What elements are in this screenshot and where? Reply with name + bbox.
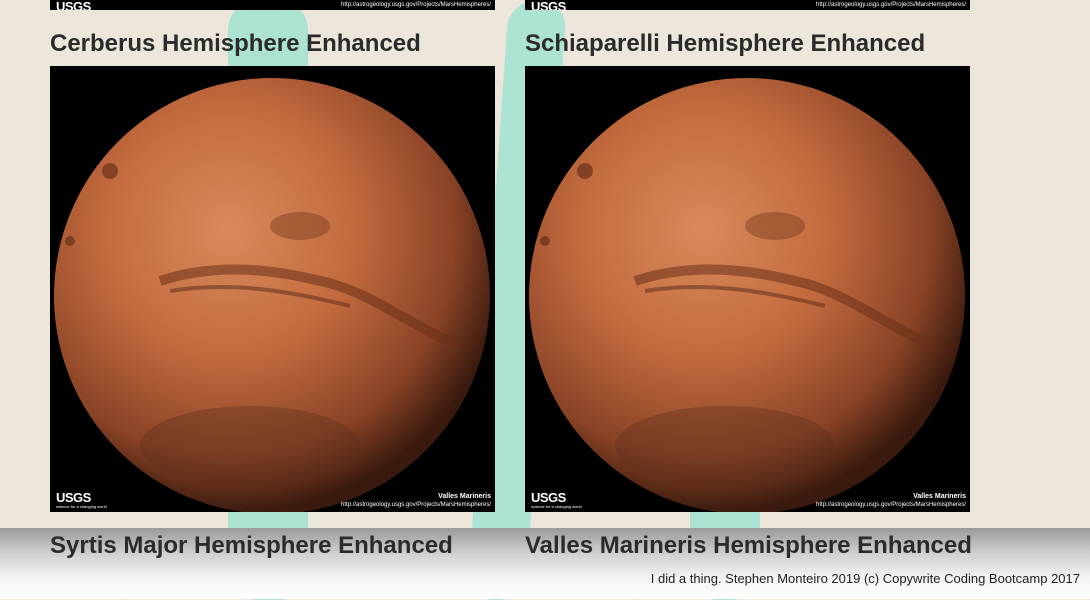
mars-hemisphere-image[interactable]: USGS science for a changing world Valles … xyxy=(50,66,495,512)
image-caption: Valles Marineris http://astrogeology.usg… xyxy=(341,493,491,508)
mars-planet xyxy=(50,66,495,512)
mars-image-partial: USGS http://astrogeology.usgs.gov/Projec… xyxy=(525,0,970,10)
hemisphere-title: Cerberus Hemisphere Enhanced xyxy=(50,30,421,57)
mars-hemisphere-image[interactable]: USGS science for a changing world Valles … xyxy=(525,66,970,512)
usgs-logo: USGS xyxy=(531,0,566,10)
hemisphere-title: Syrtis Major Hemisphere Enhanced xyxy=(50,532,453,559)
usgs-logo: USGS science for a changing world xyxy=(531,490,582,509)
mars-planet xyxy=(525,66,970,512)
mars-image-partial: USGS http://astrogeology.usgs.gov/Projec… xyxy=(50,0,495,10)
image-url: http://astrogeology.usgs.gov/Projects/Ma… xyxy=(816,2,966,8)
image-url: http://astrogeology.usgs.gov/Projects/Ma… xyxy=(341,2,491,8)
usgs-logo: USGS xyxy=(56,0,91,10)
image-caption: Valles Marineris http://astrogeology.usg… xyxy=(816,493,966,508)
hemisphere-title: Schiaparelli Hemisphere Enhanced xyxy=(525,30,926,57)
hemisphere-title: Valles Marineris Hemisphere Enhanced xyxy=(525,532,972,559)
usgs-logo: USGS science for a changing world xyxy=(56,490,107,509)
footer-copyright: I did a thing. Stephen Monteiro 2019 (c)… xyxy=(650,571,1080,586)
